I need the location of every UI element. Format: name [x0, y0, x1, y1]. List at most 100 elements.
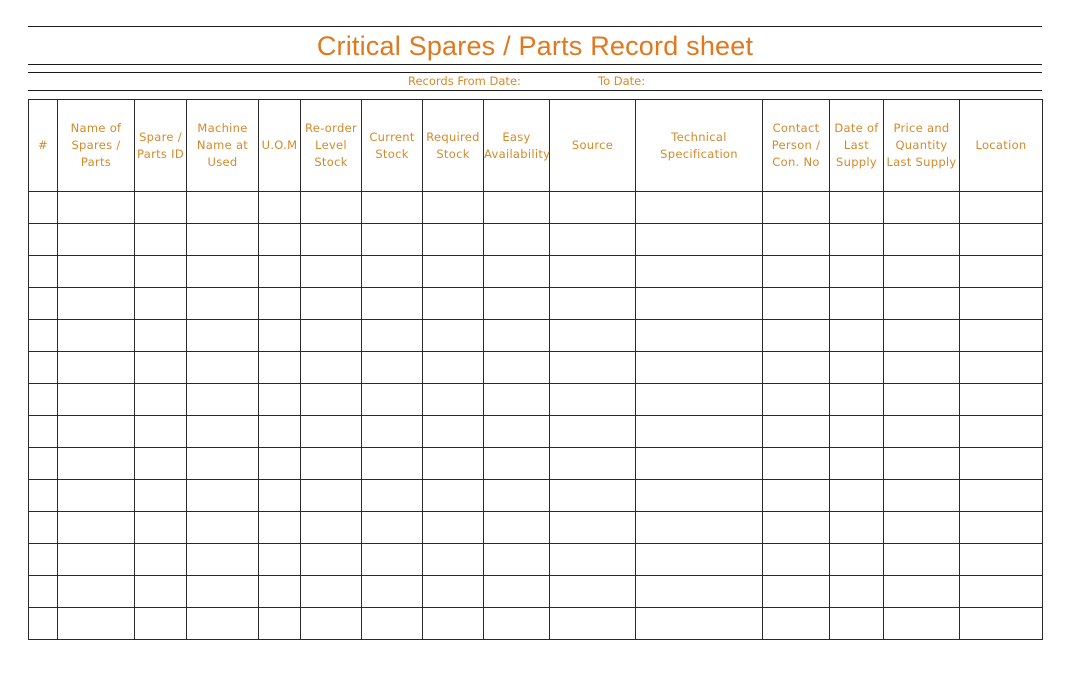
cell-last-date[interactable] [829, 191, 884, 224]
cell-reorder[interactable] [300, 223, 362, 256]
cell-last-date[interactable] [829, 287, 884, 320]
cell-current[interactable] [361, 511, 423, 544]
cell-tech-spec[interactable] [635, 543, 763, 576]
cell-name[interactable] [57, 255, 135, 288]
cell-num[interactable] [28, 479, 58, 512]
cell-num[interactable] [28, 319, 58, 352]
cell-required[interactable] [422, 191, 484, 224]
cell-required[interactable] [422, 223, 484, 256]
cell-location[interactable] [959, 607, 1043, 640]
cell-reorder[interactable] [300, 383, 362, 416]
cell-tech-spec[interactable] [635, 479, 763, 512]
cell-reorder[interactable] [300, 351, 362, 384]
cell-location[interactable] [959, 447, 1043, 480]
cell-location[interactable] [959, 415, 1043, 448]
cell-name[interactable] [57, 191, 135, 224]
cell-tech-spec[interactable] [635, 575, 763, 608]
cell-tech-spec[interactable] [635, 351, 763, 384]
cell-current[interactable] [361, 607, 423, 640]
cell-source[interactable] [549, 447, 636, 480]
cell-tech-spec[interactable] [635, 607, 763, 640]
cell-price-qty[interactable] [883, 287, 960, 320]
cell-contact[interactable] [762, 255, 830, 288]
cell-source[interactable] [549, 255, 636, 288]
cell-reorder[interactable] [300, 543, 362, 576]
cell-required[interactable] [422, 479, 484, 512]
cell-name[interactable] [57, 479, 135, 512]
cell-contact[interactable] [762, 543, 830, 576]
cell-uom[interactable] [258, 191, 301, 224]
cell-reorder[interactable] [300, 479, 362, 512]
cell-reorder[interactable] [300, 415, 362, 448]
cell-source[interactable] [549, 575, 636, 608]
cell-current[interactable] [361, 383, 423, 416]
cell-availability[interactable] [483, 511, 550, 544]
cell-last-date[interactable] [829, 383, 884, 416]
cell-source[interactable] [549, 607, 636, 640]
cell-machine[interactable] [186, 287, 259, 320]
cell-last-date[interactable] [829, 223, 884, 256]
cell-availability[interactable] [483, 543, 550, 576]
cell-availability[interactable] [483, 255, 550, 288]
cell-source[interactable] [549, 319, 636, 352]
cell-availability[interactable] [483, 223, 550, 256]
cell-current[interactable] [361, 351, 423, 384]
cell-tech-spec[interactable] [635, 511, 763, 544]
cell-part-id[interactable] [134, 415, 187, 448]
cell-reorder[interactable] [300, 255, 362, 288]
cell-price-qty[interactable] [883, 607, 960, 640]
cell-name[interactable] [57, 287, 135, 320]
cell-num[interactable] [28, 351, 58, 384]
cell-num[interactable] [28, 607, 58, 640]
cell-machine[interactable] [186, 223, 259, 256]
cell-contact[interactable] [762, 415, 830, 448]
cell-machine[interactable] [186, 319, 259, 352]
cell-part-id[interactable] [134, 191, 187, 224]
cell-contact[interactable] [762, 607, 830, 640]
cell-availability[interactable] [483, 607, 550, 640]
cell-uom[interactable] [258, 415, 301, 448]
cell-machine[interactable] [186, 255, 259, 288]
cell-tech-spec[interactable] [635, 447, 763, 480]
cell-machine[interactable] [186, 415, 259, 448]
cell-name[interactable] [57, 319, 135, 352]
cell-machine[interactable] [186, 543, 259, 576]
cell-contact[interactable] [762, 351, 830, 384]
cell-machine[interactable] [186, 447, 259, 480]
cell-contact[interactable] [762, 575, 830, 608]
cell-source[interactable] [549, 223, 636, 256]
cell-current[interactable] [361, 223, 423, 256]
cell-required[interactable] [422, 575, 484, 608]
cell-location[interactable] [959, 511, 1043, 544]
cell-tech-spec[interactable] [635, 191, 763, 224]
cell-price-qty[interactable] [883, 223, 960, 256]
cell-part-id[interactable] [134, 543, 187, 576]
cell-last-date[interactable] [829, 607, 884, 640]
cell-price-qty[interactable] [883, 255, 960, 288]
cell-last-date[interactable] [829, 543, 884, 576]
cell-name[interactable] [57, 543, 135, 576]
cell-last-date[interactable] [829, 575, 884, 608]
cell-price-qty[interactable] [883, 479, 960, 512]
cell-machine[interactable] [186, 191, 259, 224]
cell-current[interactable] [361, 287, 423, 320]
cell-availability[interactable] [483, 575, 550, 608]
cell-part-id[interactable] [134, 575, 187, 608]
cell-uom[interactable] [258, 511, 301, 544]
cell-source[interactable] [549, 383, 636, 416]
cell-contact[interactable] [762, 223, 830, 256]
cell-current[interactable] [361, 543, 423, 576]
cell-contact[interactable] [762, 479, 830, 512]
cell-contact[interactable] [762, 383, 830, 416]
cell-part-id[interactable] [134, 447, 187, 480]
cell-machine[interactable] [186, 383, 259, 416]
cell-last-date[interactable] [829, 351, 884, 384]
cell-current[interactable] [361, 479, 423, 512]
cell-price-qty[interactable] [883, 575, 960, 608]
cell-availability[interactable] [483, 383, 550, 416]
cell-name[interactable] [57, 511, 135, 544]
cell-price-qty[interactable] [883, 447, 960, 480]
records-from-date-field[interactable] [525, 73, 590, 89]
cell-availability[interactable] [483, 287, 550, 320]
cell-contact[interactable] [762, 511, 830, 544]
